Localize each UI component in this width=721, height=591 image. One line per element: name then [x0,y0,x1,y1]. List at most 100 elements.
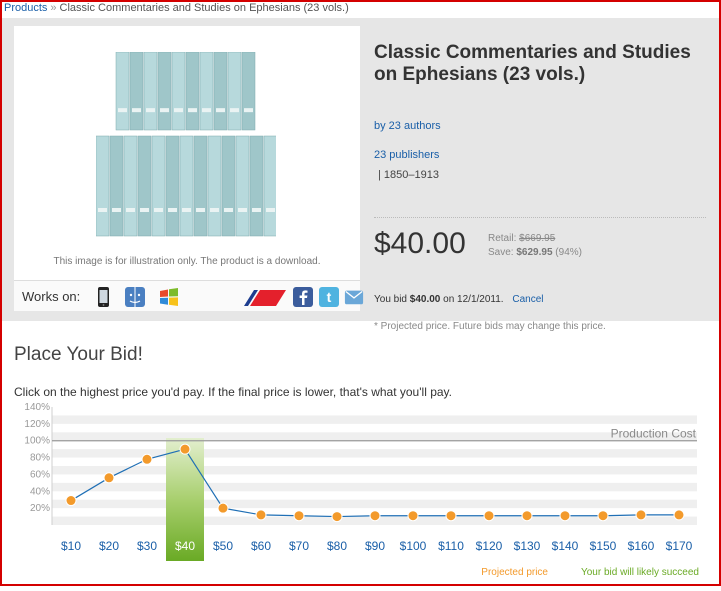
chart-band [52,415,697,424]
data-point[interactable] [255,509,267,521]
y-tick-label: 140% [24,402,50,413]
product-image-box: This image is for illustration only. The… [14,26,364,311]
x-category-label[interactable]: $130 [514,539,541,553]
book-spine [235,135,250,237]
publication-years: | 1850–1913 [378,169,439,181]
product-info: Classic Commentaries and Studies on Ephe… [374,42,708,332]
data-point[interactable] [597,510,609,522]
data-point[interactable] [179,443,191,455]
y-tick-label: 100% [24,436,50,447]
x-category-label[interactable]: $80 [327,539,347,553]
breadcrumb-products-link[interactable]: Products [4,2,47,14]
publishers-link[interactable]: 23 publishers [374,149,439,161]
bid-amount: $40.00 [409,294,441,305]
book-spine [263,135,276,237]
book-spine-band [98,208,107,212]
phone-icon[interactable] [92,286,114,308]
current-price: $40.00 [374,227,466,260]
chart-band [52,466,697,475]
x-category-label[interactable]: $110 [438,539,464,553]
save-label: Save: [488,247,514,258]
y-tick-label: 60% [30,469,50,480]
x-category-label[interactable]: $20 [99,539,119,553]
save-amount: $629.95 [516,247,553,258]
works-on-row: Works on: t [14,280,364,311]
breadcrumb-current: Classic Commentaries and Studies on Ephe… [59,2,349,14]
chart-band [52,482,697,492]
book-spine [143,52,158,131]
svg-text:t: t [327,289,332,305]
x-category-label[interactable]: $70 [289,539,309,553]
price-divider [374,217,706,218]
bid-status: You bid $40.00 on 12/1/2011. Cancel [374,294,544,305]
book-spine-band [146,108,155,113]
x-category-label[interactable]: $140 [552,539,579,553]
book-spine [193,135,208,237]
product-image [96,52,276,237]
data-point[interactable] [331,511,343,523]
legend-projected: Projected price [481,567,548,578]
retail-price: $669.95 [519,233,556,244]
book-spine [123,135,138,237]
data-point[interactable] [521,510,533,522]
book-spine [221,135,236,237]
book-spine [171,52,186,131]
x-category-label[interactable]: $160 [628,539,655,553]
chart-band [52,499,697,509]
x-category-label[interactable]: $120 [476,539,503,553]
cancel-bid-link[interactable]: Cancel [512,294,543,305]
x-category-label[interactable]: $60 [251,539,271,553]
x-category-label[interactable]: $100 [400,539,427,553]
data-point[interactable] [445,510,457,522]
mac-finder-icon[interactable] [124,286,146,308]
bid-chart-svg: 140% 120% 100% 80% 60% 40% 20% Production Cost $… [24,402,699,578]
data-point[interactable] [483,510,495,522]
authors-link[interactable]: by 23 authors [374,120,441,132]
data-point[interactable] [369,510,381,522]
data-point[interactable] [559,510,571,522]
data-point[interactable] [635,509,647,521]
x-category-label[interactable]: $50 [213,539,233,553]
x-category-label[interactable]: $30 [137,539,157,553]
x-category-label[interactable]: $170 [666,539,693,553]
data-point[interactable] [673,509,685,521]
book-spine [207,135,222,237]
facebook-icon[interactable] [292,286,314,308]
works-on-label: Works on: [22,289,81,304]
book-spine-band [252,208,261,212]
book-spine-band [202,108,211,113]
y-tick-label: 80% [30,453,50,464]
x-category-label[interactable]: $40 [175,539,195,553]
x-category-label[interactable]: $10 [61,539,81,553]
book-spine-band [230,108,239,113]
data-point[interactable] [103,472,115,484]
data-point[interactable] [407,510,419,522]
book-spine [157,52,172,131]
book-spine-band [238,208,247,212]
book-spine [213,52,228,131]
legend-succeed: Your bid will likely succeed [581,567,699,578]
data-point[interactable] [141,453,153,465]
book-spine [109,135,124,237]
projected-price-note: * Projected price. Future bids may chang… [374,321,606,332]
book-spine-band [210,208,219,212]
book-spine-band [174,108,183,113]
data-point[interactable] [293,510,305,522]
twitter-icon[interactable]: t [318,286,340,308]
book-spine [185,52,200,131]
book-spine-band [182,208,191,212]
book-spine-band [196,208,205,212]
book-spine [249,135,264,237]
book-spine-band [244,108,253,113]
data-point[interactable] [217,502,229,514]
data-point[interactable] [65,495,77,507]
x-category-label[interactable]: $90 [365,539,385,553]
bid-section-title: Place Your Bid! [14,344,143,365]
windows-icon[interactable] [158,286,180,308]
book-spine-band [216,108,225,113]
book-spine [241,52,256,131]
x-category-label[interactable]: $150 [590,539,617,553]
email-icon[interactable] [344,286,364,308]
airline-logo-icon[interactable] [240,286,288,308]
bid-prefix: You bid [374,294,407,305]
